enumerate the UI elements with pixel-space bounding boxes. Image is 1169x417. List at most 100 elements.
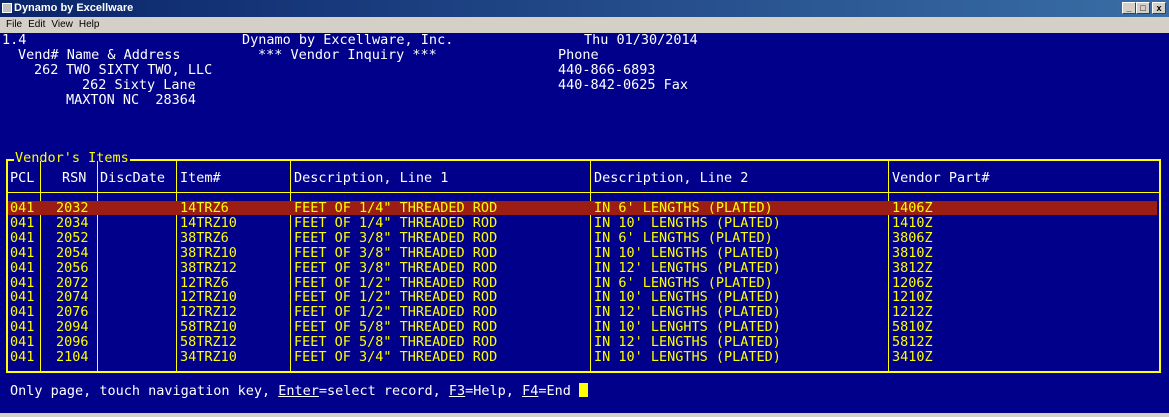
cell-description-1: FEET OF 1/4" THREADED ROD xyxy=(294,200,498,216)
cell-description-2: IN 12' LENGTHS (PLATED) xyxy=(594,304,781,321)
table-row[interactable]: 041 2096 58TRZ12 FEET OF 5/8" THREADED ROD I… xyxy=(8,335,1157,349)
cell-vendor-part: 1210Z xyxy=(892,289,933,306)
cell-item: 14TRZ10 xyxy=(180,214,237,231)
title-bar: Dynamo by Excellware _ □ x xyxy=(0,0,1169,17)
f3-key-text: =Help, xyxy=(465,383,523,399)
cell-description-1: FEET OF 5/8" THREADED ROD xyxy=(294,334,498,351)
maximize-button[interactable]: □ xyxy=(1136,2,1150,14)
cell-pcl: 041 xyxy=(10,274,35,291)
table-row[interactable]: 041 2074 12TRZ10 FEET OF 1/2" THREADED ROD I… xyxy=(8,290,1157,304)
cell-pcl: 041 xyxy=(10,319,35,336)
minimize-button[interactable]: _ xyxy=(1122,2,1136,14)
cell-item: 12TRZ12 xyxy=(180,304,237,321)
f4-key-text: =End xyxy=(538,383,579,399)
menu-view[interactable]: View xyxy=(48,18,76,32)
column-header-rsn: RSN xyxy=(62,170,87,186)
menu-help[interactable]: Help xyxy=(76,18,103,32)
text-cursor xyxy=(578,383,588,397)
cell-vendor-part: 1206Z xyxy=(892,274,933,291)
f3-key-hint[interactable]: F3 xyxy=(449,383,465,399)
cell-description-1: FEET OF 5/8" THREADED ROD xyxy=(294,319,498,336)
vendor-phone: 440-866-6893 xyxy=(558,62,656,78)
cell-description-1: FEET OF 1/4" THREADED ROD xyxy=(294,214,498,231)
cell-rsn: 2054 xyxy=(56,244,89,261)
table-row[interactable]: 041 2076 12TRZ12 FEET OF 1/2" THREADED ROD I… xyxy=(8,305,1157,319)
cell-description-2: IN 10' LENGHTS (PLATED) xyxy=(594,319,781,336)
column-header-pcl: PCL xyxy=(10,170,35,186)
cell-pcl: 041 xyxy=(10,214,35,231)
cell-description-2: IN 10' LENGTHS (PLATED) xyxy=(594,244,781,261)
cell-vendor-part: 3810Z xyxy=(892,244,933,261)
cell-description-1: FEET OF 3/8" THREADED ROD xyxy=(294,229,498,246)
cell-description-2: IN 10' LENGTHS (PLATED) xyxy=(594,214,781,231)
vendor-items-title: Vendor's Items xyxy=(14,150,130,166)
menu-bar: File Edit View Help xyxy=(0,18,1169,32)
cell-pcl: 041 xyxy=(10,200,35,216)
cell-description-2: IN 6' LENGTHS (PLATED) xyxy=(594,274,773,291)
vendor-address-line-2: MAXTON NC 28364 xyxy=(66,92,197,108)
cell-pcl: 041 xyxy=(10,244,35,261)
cell-description-2: IN 10' LENGTHS (PLATED) xyxy=(594,349,781,365)
cell-item: 12TRZ10 xyxy=(180,289,237,306)
table-row[interactable]: 041 2072 12TRZ6 FEET OF 1/2" THREADED ROD IN… xyxy=(8,276,1157,290)
cell-rsn: 2032 xyxy=(56,200,89,216)
cell-rsn: 2072 xyxy=(56,274,89,291)
cell-description-1: FEET OF 1/2" THREADED ROD xyxy=(294,274,498,291)
table-row[interactable]: 041 2104 34TRZ10 FEET OF 3/4" THREADED ROD I… xyxy=(8,350,1157,364)
screen-title: *** Vendor Inquiry *** xyxy=(258,47,437,63)
phone-label: Phone xyxy=(558,47,599,63)
cell-description-2: IN 12' LENGTHS (PLATED) xyxy=(594,259,781,276)
vendor-fax: 440-842-0625 Fax xyxy=(558,77,689,93)
cell-pcl: 041 xyxy=(10,259,35,276)
vend-address-label: Vend# Name & Address xyxy=(18,47,181,63)
cell-item: 58TRZ12 xyxy=(180,334,237,351)
cell-vendor-part: 1212Z xyxy=(892,304,933,321)
cell-rsn: 2034 xyxy=(56,214,89,231)
window-title: Dynamo by Excellware xyxy=(14,2,134,14)
cell-rsn: 2094 xyxy=(56,319,89,336)
menu-file[interactable]: File xyxy=(3,18,25,32)
app-icon xyxy=(2,3,12,13)
table-row-selected[interactable]: 041 2032 14TRZ6 FEET OF 1/4" THREADED ROD IN… xyxy=(8,201,1157,215)
cell-item: 38TRZ6 xyxy=(180,229,229,246)
cell-rsn: 2076 xyxy=(56,304,89,321)
cell-vendor-part: 1410Z xyxy=(892,214,933,231)
enter-key-text: =select record, xyxy=(318,383,449,399)
cell-item: 12TRZ6 xyxy=(180,274,229,291)
cell-pcl: 041 xyxy=(10,334,35,351)
vendor-name: TWO SIXTY TWO, LLC xyxy=(66,62,213,78)
cell-item: 58TRZ10 xyxy=(180,319,237,336)
column-header-vendor-part: Vendor Part# xyxy=(892,170,990,186)
cell-rsn: 2056 xyxy=(56,259,89,276)
cell-vendor-part: 3812Z xyxy=(892,259,933,276)
cell-description-2: IN 6' LENGTHS (PLATED) xyxy=(594,229,773,246)
close-button[interactable]: x xyxy=(1152,2,1166,14)
cell-description-1: FEET OF 1/2" THREADED ROD xyxy=(294,304,498,321)
table-row[interactable]: 041 2056 38TRZ12 FEET OF 3/8" THREADED ROD I… xyxy=(8,261,1157,275)
table-row[interactable]: 041 2054 38TRZ10 FEET OF 3/8" THREADED ROD I… xyxy=(8,246,1157,260)
cell-rsn: 2104 xyxy=(56,349,89,365)
column-header-item: Item# xyxy=(180,170,221,186)
cell-description-1: FEET OF 3/4" THREADED ROD xyxy=(294,349,498,365)
cell-description-1: FEET OF 1/2" THREADED ROD xyxy=(294,289,498,306)
cell-item: 34TRZ10 xyxy=(180,349,237,365)
enter-key-hint[interactable]: Enter xyxy=(278,383,319,399)
table-row[interactable]: 041 2094 58TRZ10 FEET OF 5/8" THREADED ROD I… xyxy=(8,320,1157,334)
cell-item: 38TRZ10 xyxy=(180,244,237,261)
terminal-screen[interactable]: 1.4 Dynamo by Excellware, Inc. Thu 01/30… xyxy=(0,33,1169,413)
table-row[interactable]: 041 2052 38TRZ6 FEET OF 3/8" THREADED ROD IN… xyxy=(8,231,1157,245)
cell-item: 38TRZ12 xyxy=(180,259,237,276)
cell-rsn: 2074 xyxy=(56,289,89,306)
cell-description-2: IN 12' LENGTHS (PLATED) xyxy=(594,334,781,351)
status-prefix: Only page, touch navigation key, xyxy=(10,383,279,399)
cell-pcl: 041 xyxy=(10,289,35,306)
current-date: Thu 01/30/2014 xyxy=(584,33,698,48)
vendor-number: 262 xyxy=(34,62,59,78)
cell-vendor-part: 3410Z xyxy=(892,349,933,365)
f4-key-hint[interactable]: F4 xyxy=(522,383,538,399)
cell-vendor-part: 5810Z xyxy=(892,319,933,336)
table-row[interactable]: 041 2034 14TRZ10 FEET OF 1/4" THREADED ROD I… xyxy=(8,216,1157,230)
cell-pcl: 041 xyxy=(10,229,35,246)
menu-edit[interactable]: Edit xyxy=(25,18,48,32)
column-header-desc2: Description, Line 2 xyxy=(594,170,749,186)
